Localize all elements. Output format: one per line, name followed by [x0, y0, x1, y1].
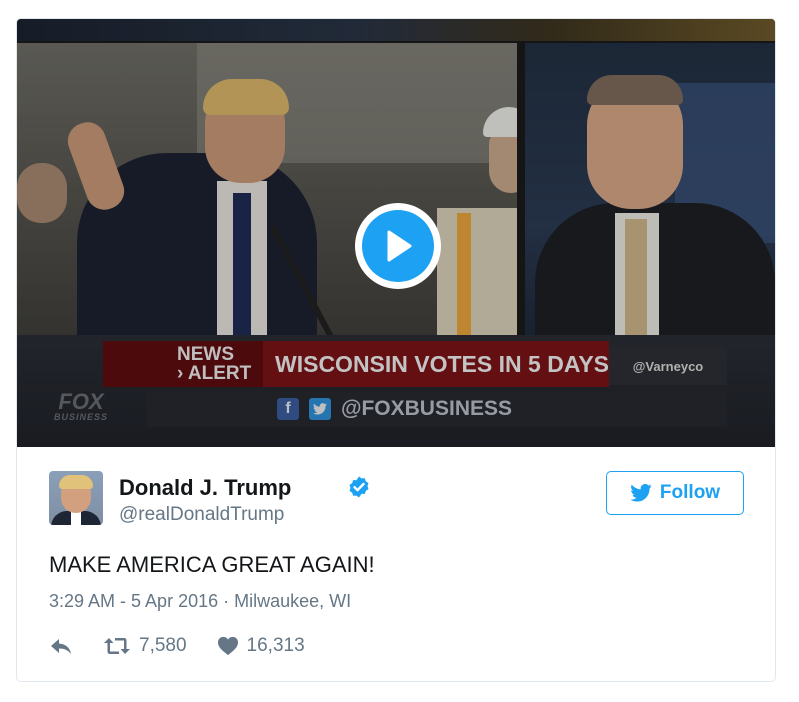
play-button[interactable] — [355, 203, 441, 289]
tweet-actions: 7,580 16,313 — [49, 631, 305, 661]
tweet-meta: 3:29 AM - 5 Apr 2016 · Milwaukee, WI — [49, 591, 351, 612]
follow-button[interactable]: Follow — [606, 471, 744, 515]
retweet-button[interactable]: 7,580 — [103, 635, 187, 657]
avatar[interactable] — [49, 471, 103, 525]
retweet-icon — [104, 638, 130, 654]
reply-icon — [51, 639, 71, 654]
location-link[interactable]: Milwaukee, WI — [234, 591, 351, 611]
heart-icon — [217, 636, 238, 656]
screen-name[interactable]: @realDonaldTrump — [119, 504, 284, 526]
retweet-count: 7,580 — [139, 635, 187, 656]
tweet-card: NEWS › ALERT WISCONSIN VOTES IN 5 DAYS @… — [16, 18, 776, 682]
verified-badge-icon — [349, 476, 369, 498]
display-name[interactable]: Donald J. Trump — [119, 475, 291, 501]
like-button[interactable]: 16,313 — [217, 635, 305, 657]
twitter-bird-icon — [630, 484, 652, 502]
video-thumbnail[interactable]: NEWS › ALERT WISCONSIN VOTES IN 5 DAYS @… — [17, 19, 775, 447]
tweet-text: MAKE AMERICA GREAT AGAIN! — [49, 552, 375, 577]
reply-button[interactable] — [49, 637, 73, 655]
timestamp-link[interactable]: 3:29 AM - 5 Apr 2016 — [49, 591, 218, 611]
like-count: 16,313 — [246, 635, 305, 656]
follow-label: Follow — [659, 482, 721, 503]
meta-separator: · — [218, 591, 235, 611]
play-icon — [387, 230, 412, 262]
